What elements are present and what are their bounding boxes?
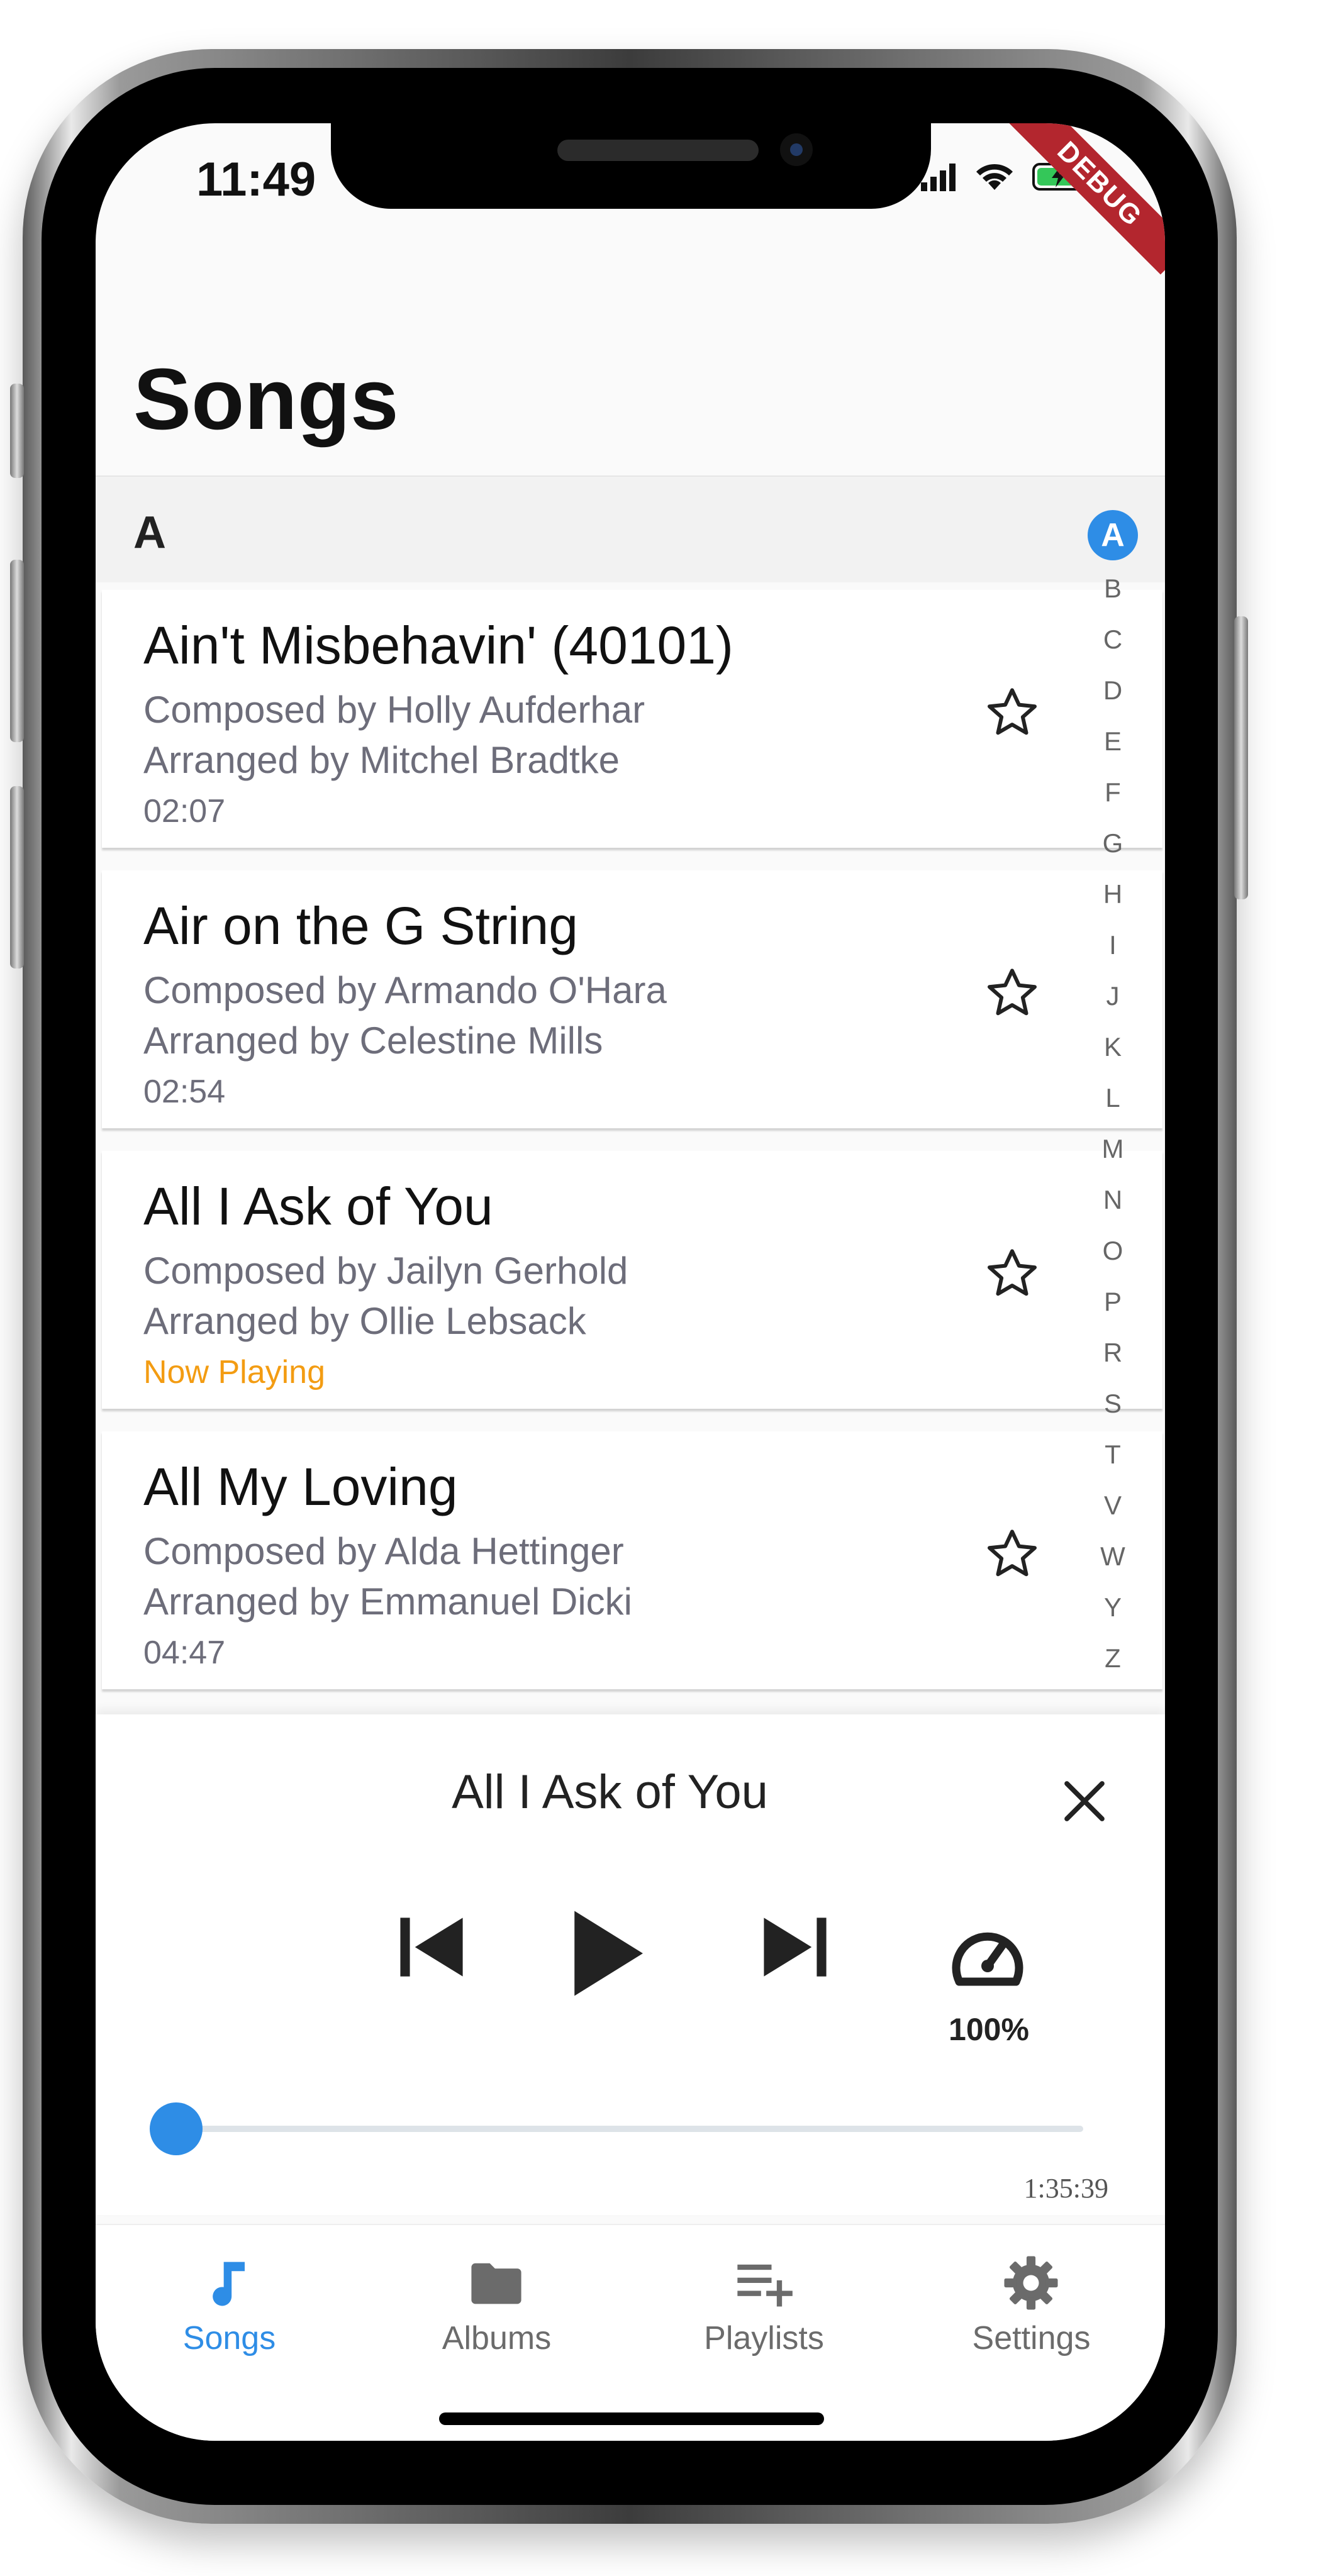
song-list: Ain't Misbehavin' (40101) Composed by Ho… <box>102 590 1162 1712</box>
index-letter[interactable]: B <box>1084 563 1141 614</box>
tab-albums-label: Albums <box>442 2320 552 2357</box>
index-letter[interactable]: W <box>1084 1531 1141 1582</box>
index-letter[interactable]: N <box>1084 1174 1141 1225</box>
index-letter[interactable]: F <box>1084 767 1141 818</box>
song-title: All My Loving <box>143 1457 458 1516</box>
track-duration: 1:35:39 <box>1023 2173 1108 2204</box>
mini-player: All I Ask of You 100% 1:35:39 <box>96 1714 1165 2215</box>
tab-settings-label: Settings <box>972 2320 1091 2357</box>
song-composer: Composed by Jailyn Gerhold <box>143 1250 628 1292</box>
song-arranger: Arranged by Mitchel Bradtke <box>143 739 620 781</box>
close-icon[interactable] <box>1058 1775 1111 1828</box>
now-playing-label: Now Playing <box>143 1354 326 1391</box>
favorite-star-icon[interactable] <box>984 1526 1040 1582</box>
cellular-signal-icon <box>921 164 956 191</box>
side-button-volume-up <box>10 560 24 742</box>
index-letter[interactable]: G <box>1084 818 1141 869</box>
skip-next-icon[interactable] <box>751 1903 839 1991</box>
home-indicator <box>439 2412 824 2425</box>
favorite-star-icon[interactable] <box>984 684 1040 741</box>
playback-speed-label: 100% <box>949 2012 1029 2047</box>
index-letter[interactable]: C <box>1084 614 1141 665</box>
index-letter[interactable]: S <box>1084 1378 1141 1429</box>
song-arranger: Arranged by Celestine Mills <box>143 1019 603 1062</box>
player-song-title: All I Ask of You <box>452 1765 768 1819</box>
song-composer: Composed by Alda Hettinger <box>143 1530 624 1572</box>
index-letter[interactable]: D <box>1084 665 1141 716</box>
song-title: Air on the G String <box>143 896 578 955</box>
index-letter[interactable]: T <box>1084 1429 1141 1480</box>
favorite-star-icon[interactable] <box>984 965 1040 1021</box>
playback-speed-icon[interactable] <box>950 1922 1025 1991</box>
front-camera <box>780 133 813 166</box>
song-item[interactable]: All I Ask of You Composed by Jailyn Gerh… <box>102 1151 1162 1409</box>
index-letter[interactable]: L <box>1084 1072 1141 1123</box>
status-time: 11:49 <box>196 153 316 206</box>
playlist-add-icon <box>737 2264 793 2307</box>
index-letter[interactable]: I <box>1084 919 1141 970</box>
song-item[interactable]: Air on the G String Composed by Armando … <box>102 870 1162 1128</box>
tab-playlists[interactable]: Playlists <box>630 2225 898 2357</box>
song-item[interactable]: All My Loving Composed by Alda Hettinger… <box>102 1431 1162 1689</box>
tab-albums[interactable]: Albums <box>363 2225 630 2357</box>
alphabet-index[interactable]: A B C D E F G H I J K L M N O P R S T V … <box>1084 510 1141 1684</box>
favorite-star-icon[interactable] <box>984 1245 1040 1302</box>
tab-playlists-label: Playlists <box>704 2320 824 2357</box>
tab-songs[interactable]: Songs <box>96 2225 363 2357</box>
side-button-mute <box>10 384 24 478</box>
index-letter[interactable]: R <box>1084 1327 1141 1378</box>
wifi-icon <box>976 164 1013 190</box>
music-note-icon <box>213 2262 245 2306</box>
index-letter[interactable]: E <box>1084 716 1141 767</box>
notch <box>331 123 931 209</box>
side-button-volume-down <box>10 786 24 969</box>
screen: 11:49 DEBUG Songs A Ain't Misbehavin' (4… <box>96 123 1165 2441</box>
tab-songs-label: Songs <box>182 2320 276 2357</box>
index-letter[interactable]: Y <box>1084 1582 1141 1633</box>
play-icon[interactable] <box>549 1897 662 2010</box>
song-arranger: Arranged by Ollie Lebsack <box>143 1300 586 1342</box>
bottom-navigation: Songs Albums Playlists Settings <box>96 2224 1165 2441</box>
section-letter: A <box>133 508 166 558</box>
index-letter[interactable]: M <box>1084 1123 1141 1174</box>
page-title: Songs <box>133 351 399 448</box>
index-letter[interactable]: Z <box>1084 1633 1141 1684</box>
index-letter[interactable]: J <box>1084 970 1141 1021</box>
song-duration: 04:47 <box>143 1635 226 1671</box>
song-item[interactable]: Ain't Misbehavin' (40101) Composed by Ho… <box>102 590 1162 848</box>
skip-previous-icon[interactable] <box>387 1903 476 1991</box>
song-title: Ain't Misbehavin' (40101) <box>143 616 733 675</box>
song-composer: Composed by Holly Aufderhar <box>143 689 645 731</box>
song-title: All I Ask of You <box>143 1177 493 1236</box>
index-letter-active[interactable]: A <box>1088 510 1138 560</box>
song-composer: Composed by Armando O'Hara <box>143 969 667 1011</box>
index-letter[interactable]: H <box>1084 869 1141 919</box>
song-arranger: Arranged by Emmanuel Dicki <box>143 1580 632 1623</box>
index-letter[interactable]: V <box>1084 1480 1141 1531</box>
gear-icon <box>1004 2256 1058 2310</box>
tab-settings[interactable]: Settings <box>898 2225 1165 2357</box>
folder-icon <box>471 2263 521 2304</box>
song-duration: 02:07 <box>143 793 226 830</box>
index-letter[interactable]: O <box>1084 1225 1141 1276</box>
section-header: A <box>96 475 1165 582</box>
side-button-power <box>1234 616 1248 899</box>
progress-slider-thumb[interactable] <box>150 2102 203 2155</box>
index-letter[interactable]: K <box>1084 1021 1141 1072</box>
progress-slider-track[interactable] <box>177 2126 1083 2132</box>
earpiece-speaker <box>557 140 759 161</box>
song-duration: 02:54 <box>143 1074 226 1110</box>
index-letter[interactable]: P <box>1084 1276 1141 1327</box>
